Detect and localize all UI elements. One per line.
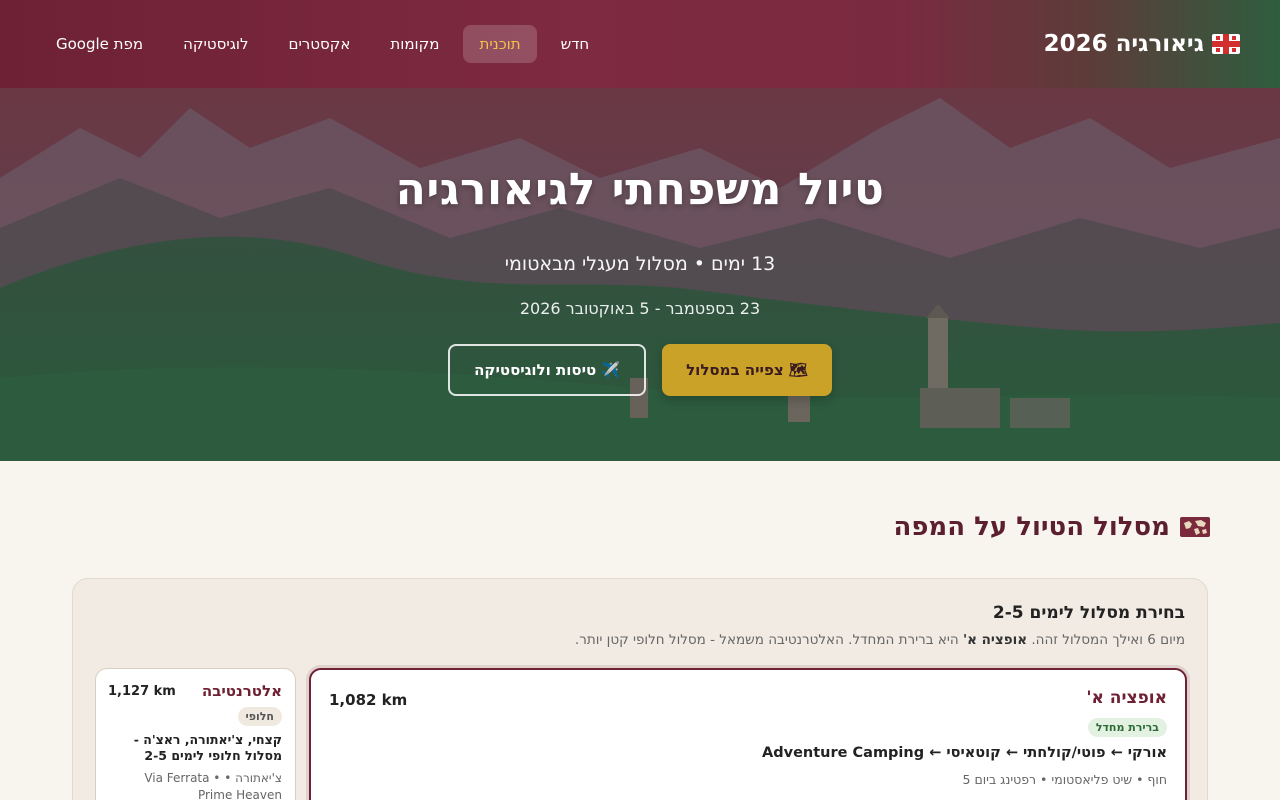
view-route-button[interactable]: 🗺 צפייה במסלול — [662, 344, 832, 396]
alternative-route: קצחי, צ'יאתורה, ראצ'ה - מסלול חלופי לימי… — [133, 732, 282, 763]
option-a-distance: 1,082 km — [329, 691, 408, 709]
nav-item-new[interactable]: חדש — [545, 25, 606, 63]
option-a-name: אופציה א' — [1086, 688, 1167, 708]
option-a-route: אורקי ← פוטי/קולחתי ← קוטאיסי ← Adventur… — [762, 745, 1167, 761]
option-a-note: חוף • שיט פליאסטומי • רפטינג ביום 5 — [962, 772, 1167, 787]
alternative-note: צ'יאתורה • Via Ferrata • Prime Heaven — [144, 771, 282, 800]
section-title: מסלול הטיול על המפה — [893, 512, 1210, 542]
hero-title: טיול משפחתי לגיאורגיה — [395, 164, 885, 215]
route-choice-description: מיום 6 ואילך המסלול זהה. אופציה א' היא ב… — [575, 632, 1185, 648]
hero-dates: 23 בספטמבר - 5 באוקטובר 2026 — [519, 299, 761, 318]
section-title-text: מסלול הטיול על המפה — [893, 512, 1170, 542]
alternative-distance: 1,127 km — [108, 684, 176, 699]
nav-item-google-map[interactable]: מפת Google — [40, 25, 159, 63]
brand-title: גיאורגיה 2026 — [1043, 31, 1204, 57]
hero-subtitle: 13 ימים • מסלול מעגלי מבאטומי — [504, 253, 776, 275]
main-nav: חדש תוכנית מקומות אקסטרים לוגיסטיקה מפת … — [40, 25, 605, 63]
default-badge: ברירת מחדל — [1087, 718, 1167, 737]
option-a-card[interactable]: אופציה א' 1,082 km ברירת מחדל אורקי ← פו… — [309, 668, 1187, 800]
alternative-name: אלטרנטיבה — [201, 682, 282, 700]
top-navbar: גיאורגיה 2026 חדש תוכנית מקומות אקסטרים … — [0, 0, 1280, 88]
alternative-option-card[interactable]: אלטרנטיבה 1,127 km חלופי קצחי, צ'יאתורה,… — [95, 668, 296, 800]
nav-item-places[interactable]: מקומות — [374, 25, 455, 63]
flights-logistics-button[interactable]: ✈️ טיסות ולוגיסטיקה — [448, 344, 647, 396]
desc-suffix: היא ברירת המחדל. האלטרנטיבה משמאל - מסלו… — [574, 632, 959, 648]
desc-bold: אופציה א' — [963, 632, 1028, 648]
alternative-badge: חלופי — [237, 707, 282, 726]
route-choice-card: בחירת מסלול לימים 2-5 מיום 6 ואילך המסלו… — [72, 578, 1208, 800]
hero-banner: טיול משפחתי לגיאורגיה 13 ימים • מסלול מע… — [0, 88, 1280, 461]
hero-buttons: 🗺 צפייה במסלול ✈️ טיסות ולוגיסטיקה — [448, 344, 832, 396]
nav-item-logistics[interactable]: לוגיסטיקה — [167, 25, 264, 63]
route-choice-title: בחירת מסלול לימים 2-5 — [992, 603, 1185, 623]
nav-item-plan[interactable]: תוכנית — [463, 25, 537, 63]
desc-prefix: מיום 6 ואילך המסלול זהה. — [1031, 632, 1185, 648]
nav-item-extreme[interactable]: אקסטרים — [273, 25, 367, 63]
world-map-icon — [1180, 517, 1210, 537]
brand[interactable]: גיאורגיה 2026 — [1044, 31, 1240, 57]
hero-content: טיול משפחתי לגיאורגיה 13 ימים • מסלול מע… — [0, 88, 1280, 461]
georgia-flag-icon — [1212, 34, 1240, 54]
